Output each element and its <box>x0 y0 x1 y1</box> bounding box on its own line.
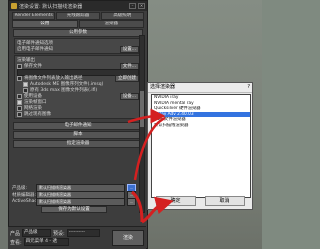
production-label: 产品级: <box>12 185 28 191</box>
tab-renderer[interactable]: 渲染器 <box>78 20 144 28</box>
ok-button[interactable]: 确定 <box>155 196 196 206</box>
tab-raytracer[interactable]: 光线跟踪器 <box>56 12 100 20</box>
ifl-radio[interactable] <box>23 87 28 93</box>
view-label: 查看: <box>10 239 22 246</box>
product-label: 产品 <box>10 230 21 237</box>
imsq-radio[interactable] <box>23 81 28 87</box>
minimize-button[interactable]: – <box>129 3 136 9</box>
scrollbar[interactable] <box>139 35 145 213</box>
preset-select[interactable]: ---------- <box>66 229 100 237</box>
frame-window-checkbox[interactable] <box>17 99 22 105</box>
skip-existing-label: 跳过现有图像 <box>24 112 51 117</box>
app-icon <box>11 3 17 9</box>
tab-render-elements[interactable]: Render Elements <box>12 12 56 20</box>
activeshade-label: ActiveShade: <box>12 199 42 204</box>
rollout-assign-renderer[interactable]: 指定渲染器 <box>13 140 143 148</box>
product-select[interactable]: 产品级 <box>22 229 52 237</box>
image-list-checkbox[interactable] <box>17 75 22 81</box>
renderer-list[interactable]: NVIDIA iray NVIDIA mental ray Quicksilver … <box>151 94 251 198</box>
material-editor-label: 材质编辑器: <box>12 192 37 198</box>
skip-existing-checkbox[interactable] <box>17 111 22 117</box>
close-button[interactable]: ✕ <box>138 3 145 9</box>
devices-button[interactable]: 设备... <box>119 92 139 100</box>
rollout-email[interactable]: 电子邮件通知 <box>13 122 143 130</box>
create-now-button[interactable]: 立即创建 <box>115 74 139 82</box>
bottom-bar: 产品 产品级 预设: ---------- 查看: 四元菜单 4 - 透 渲染 <box>8 226 146 249</box>
renderer-list-item[interactable]: 默认扫描线渲染器 <box>152 123 250 129</box>
net-render-checkbox[interactable] <box>17 105 22 111</box>
tab-common[interactable]: 公用 <box>12 20 78 28</box>
rollout-scripts[interactable]: 脚本 <box>13 131 143 139</box>
email-enable-label: 启用电子邮件通知 <box>17 47 53 52</box>
view-select[interactable]: 四元菜单 4 - 透 <box>23 238 69 246</box>
rollout-common-params[interactable]: 公用参数 <box>13 29 143 37</box>
choose-renderer-buttons: 确定 取消 <box>151 196 249 206</box>
activeshade-renderer-field: 默认扫描线渲染器 <box>36 197 125 206</box>
window-title: 渲染设置: 默认扫描线渲染器 <box>19 3 83 10</box>
email-options-panel: 电子邮件通知选项 启用电子邮件通知 设置... <box>14 38 142 54</box>
choose-renderer-titlebar: 选择渲染器 ? <box>148 83 252 93</box>
desktop-left <box>0 0 8 249</box>
use-device-checkbox[interactable] <box>17 93 22 99</box>
save-as-defaults-button[interactable]: 保存为默认设置 <box>41 206 107 213</box>
title-bar: 渲染设置: 默认扫描线渲染器 – ✕ <box>9 1 147 11</box>
choose-renderer-dialog: 选择渲染器 ? NVIDIA iray NVIDIA mental ray Quic… <box>147 82 253 210</box>
tab-advanced-lighting[interactable]: 高级照明 <box>100 12 144 20</box>
help-icon[interactable]: ? <box>247 83 250 92</box>
tab-row-top: Render Elements 光线跟踪器 高级照明 <box>9 12 147 20</box>
render-output-panel: 渲染输出 保存文件 文件... 将图像文件列表放入输出路径 立即创建 Autod… <box>14 55 142 119</box>
choose-activeshade-renderer-button[interactable]: ... <box>127 197 136 206</box>
assign-renderer-panel: 产品级: 默认扫描线渲染器 ... 材质编辑器: 默认扫描线渲染器 ... Ac… <box>12 183 136 213</box>
tab-row-bottom: 公用 渲染器 <box>9 20 147 28</box>
cancel-button[interactable]: 取消 <box>204 196 245 206</box>
email-setup-button[interactable]: 设置... <box>119 45 139 53</box>
choose-renderer-title: 选择渲染器 <box>150 84 176 90</box>
preset-label: 预设: <box>53 230 65 237</box>
scrollbar-thumb[interactable] <box>140 91 144 127</box>
render-button[interactable]: 渲染 <box>112 230 144 246</box>
